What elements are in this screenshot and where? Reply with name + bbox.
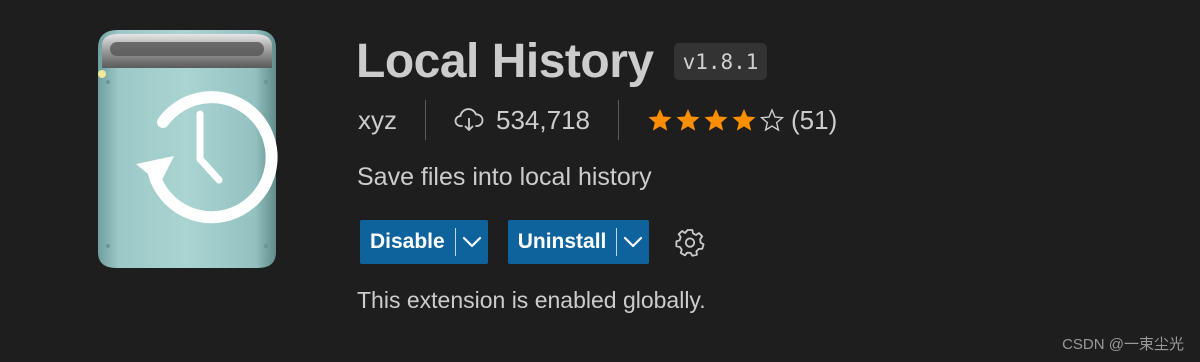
disable-button[interactable]: Disable bbox=[360, 220, 455, 264]
gear-icon bbox=[675, 229, 705, 257]
version-badge: v1.8.1 bbox=[673, 42, 768, 80]
star-filled-icon bbox=[704, 108, 728, 131]
button-divider bbox=[616, 228, 618, 256]
time-machine-drive-icon bbox=[98, 30, 278, 268]
uninstall-split-button: Uninstall bbox=[507, 220, 650, 264]
star-empty-icon bbox=[759, 108, 785, 132]
manage-settings-button[interactable] bbox=[673, 225, 707, 259]
button-divider bbox=[454, 228, 456, 256]
chevron-down-icon bbox=[462, 236, 481, 248]
extension-icon bbox=[88, 24, 284, 272]
star-filled-icon bbox=[732, 108, 756, 131]
divider bbox=[617, 100, 619, 140]
extension-status: This extension is enabled globally. bbox=[357, 287, 706, 313]
uninstall-button[interactable]: Uninstall bbox=[508, 220, 617, 264]
extension-description: Save files into local history bbox=[357, 163, 652, 191]
uninstall-dropdown-button[interactable] bbox=[617, 220, 649, 264]
chevron-down-icon bbox=[624, 236, 643, 248]
rating-count: (51) bbox=[790, 104, 838, 135]
watermark: CSDN @一束尘光 bbox=[1062, 336, 1184, 353]
install-count: 534,718 bbox=[496, 104, 590, 135]
rating[interactable]: (51) bbox=[647, 105, 837, 136]
extension-name: Local History bbox=[356, 34, 654, 88]
disable-split-button: Disable bbox=[360, 220, 488, 264]
cloud-download-icon bbox=[454, 108, 484, 131]
divider bbox=[425, 100, 426, 140]
star-filled-icon bbox=[676, 108, 700, 131]
star-filled-icon bbox=[648, 108, 672, 131]
publisher-name[interactable]: xyz bbox=[358, 105, 397, 136]
header: Local History v1.8.1 bbox=[356, 32, 768, 90]
action-bar: Disable Uninstall bbox=[360, 220, 707, 264]
extension-meta: xyz 534,718 (51) bbox=[358, 98, 837, 142]
disable-dropdown-button[interactable] bbox=[456, 220, 488, 264]
